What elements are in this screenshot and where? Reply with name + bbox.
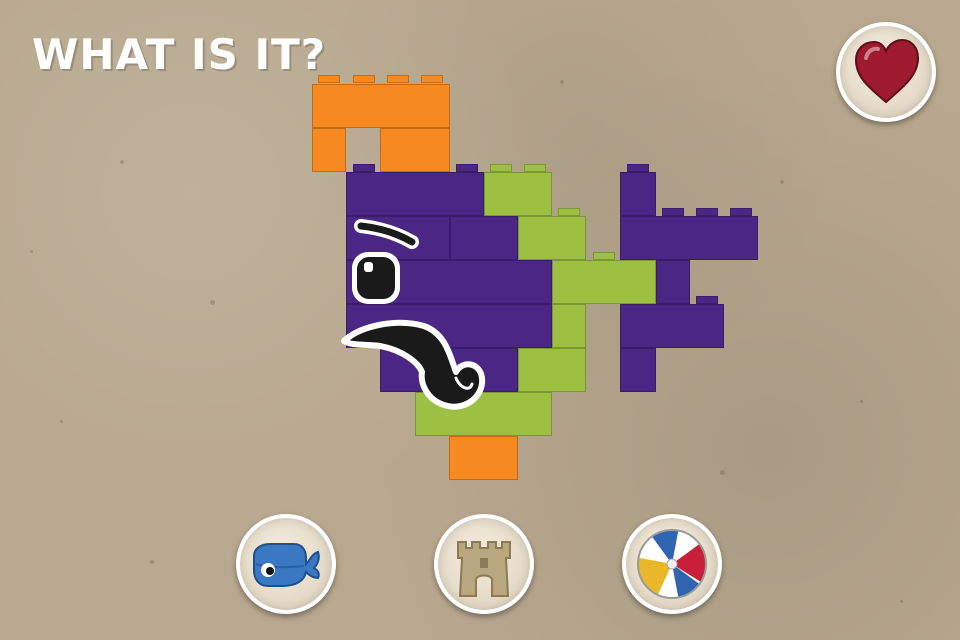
eye-icon: [352, 252, 400, 304]
sandcastle-icon: [457, 541, 511, 597]
mustache-icon: [341, 319, 486, 410]
beach-ball-icon: [637, 529, 707, 599]
eyebrow-icon: [354, 219, 419, 249]
whale-icon: [253, 543, 320, 587]
answer-beach-ball-button[interactable]: [622, 514, 722, 614]
answer-sandcastle-button[interactable]: [434, 514, 534, 614]
answer-whale-button[interactable]: [236, 514, 336, 614]
